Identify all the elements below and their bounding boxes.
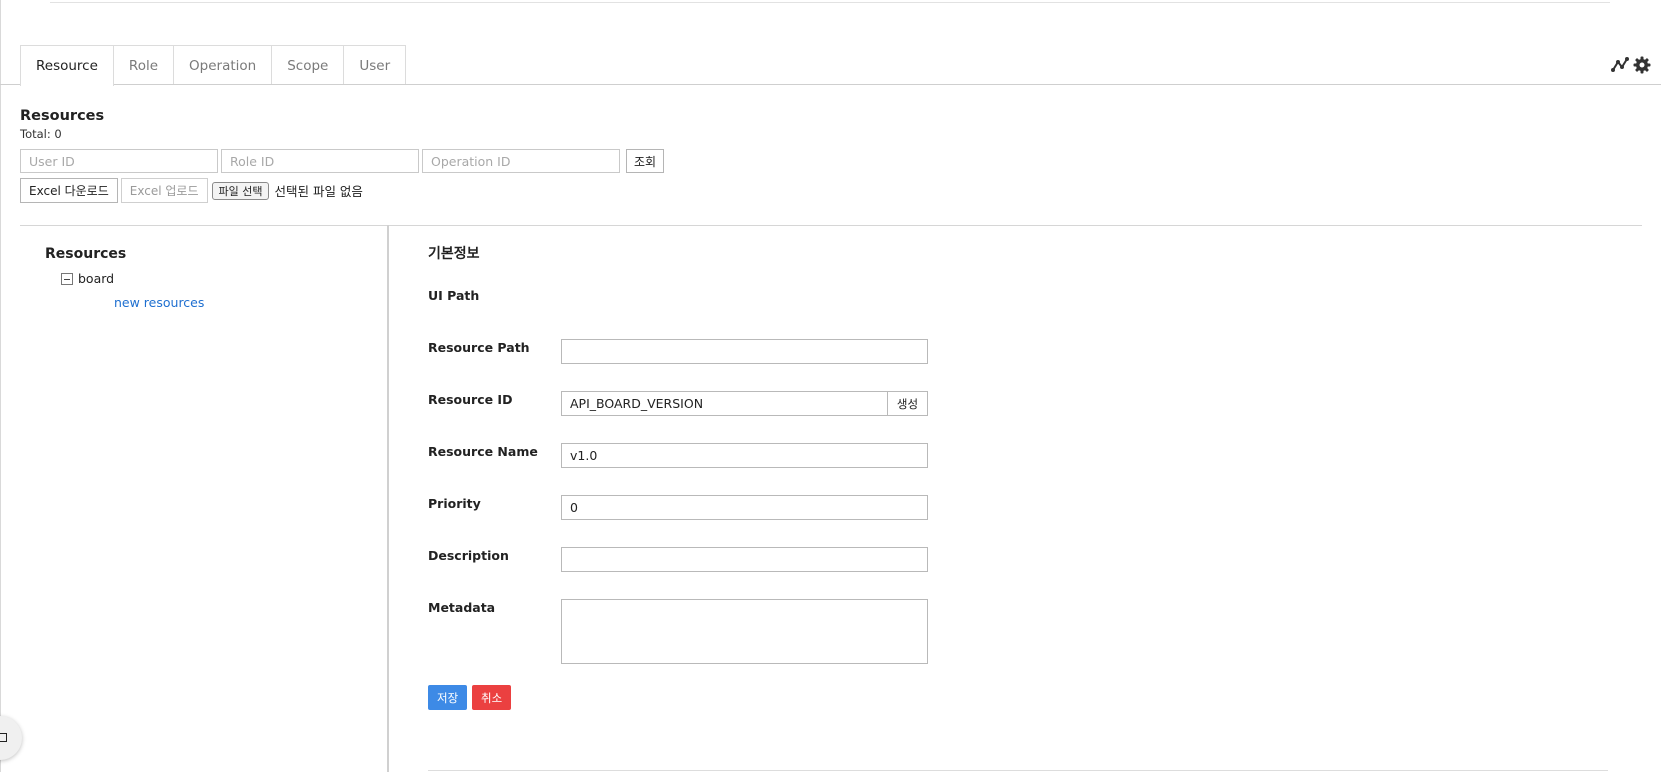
user-id-input[interactable] <box>20 149 218 173</box>
tab-bar: Resource Role Operation Scope User <box>20 45 407 86</box>
resource-path-input[interactable] <box>561 339 928 364</box>
tab-role[interactable]: Role <box>113 45 175 85</box>
top-icons <box>1611 56 1651 74</box>
graph-icon[interactable] <box>1611 56 1629 74</box>
square-icon <box>0 733 7 742</box>
section-title: Resources <box>20 108 105 124</box>
left-edge-line <box>0 0 1 772</box>
content-divider <box>20 225 1642 226</box>
excel-upload-button[interactable]: Excel 업로드 <box>120 178 208 203</box>
collapse-icon[interactable] <box>61 272 73 285</box>
gear-icon[interactable] <box>1633 56 1651 74</box>
tree-node-label[interactable]: board <box>78 271 114 286</box>
resource-id-label: Resource ID <box>428 392 513 407</box>
resource-name-label: Resource Name <box>428 444 538 459</box>
total-count: Total: 0 <box>20 127 62 141</box>
metadata-textarea[interactable] <box>561 599 928 664</box>
save-button[interactable]: 저장 <box>428 685 468 710</box>
file-select-button[interactable]: 파일 선택 <box>211 181 270 200</box>
tab-resource[interactable]: Resource <box>20 45 114 86</box>
role-id-input[interactable] <box>221 149 419 173</box>
bottom-rule <box>428 770 1608 771</box>
pane-divider[interactable] <box>387 225 389 772</box>
tree-title: Resources <box>45 246 127 262</box>
excel-toolbar: Excel 다운로드 Excel 업로드 파일 선택 선택된 파일 없음 <box>20 178 363 203</box>
form-title: 기본정보 <box>428 246 480 262</box>
cancel-button[interactable]: 취소 <box>472 685 512 710</box>
tab-operation[interactable]: Operation <box>174 45 273 85</box>
resource-id-input[interactable] <box>561 391 888 416</box>
description-label: Description <box>428 548 509 563</box>
filter-bar: 조회 <box>20 149 665 173</box>
query-button[interactable]: 조회 <box>626 149 665 173</box>
resource-name-input[interactable] <box>561 443 928 468</box>
priority-input[interactable] <box>561 495 928 520</box>
operation-id-input[interactable] <box>422 149 620 173</box>
priority-label: Priority <box>428 496 481 511</box>
file-status-text: 선택된 파일 없음 <box>274 184 363 199</box>
top-rule <box>50 2 1610 3</box>
floating-action-button[interactable] <box>0 716 22 760</box>
ui-path-label: UI Path <box>428 288 480 303</box>
excel-download-button[interactable]: Excel 다운로드 <box>20 178 118 203</box>
tab-underline <box>0 84 1661 85</box>
description-input[interactable] <box>561 547 928 572</box>
tab-scope[interactable]: Scope <box>272 45 345 85</box>
new-resources-link[interactable]: new resources <box>114 295 204 310</box>
generate-button[interactable]: 생성 <box>887 391 928 416</box>
resource-path-label: Resource Path <box>428 340 530 355</box>
tree-node-board[interactable]: board <box>61 271 114 286</box>
metadata-label: Metadata <box>428 600 496 615</box>
tab-user[interactable]: User <box>344 45 407 85</box>
